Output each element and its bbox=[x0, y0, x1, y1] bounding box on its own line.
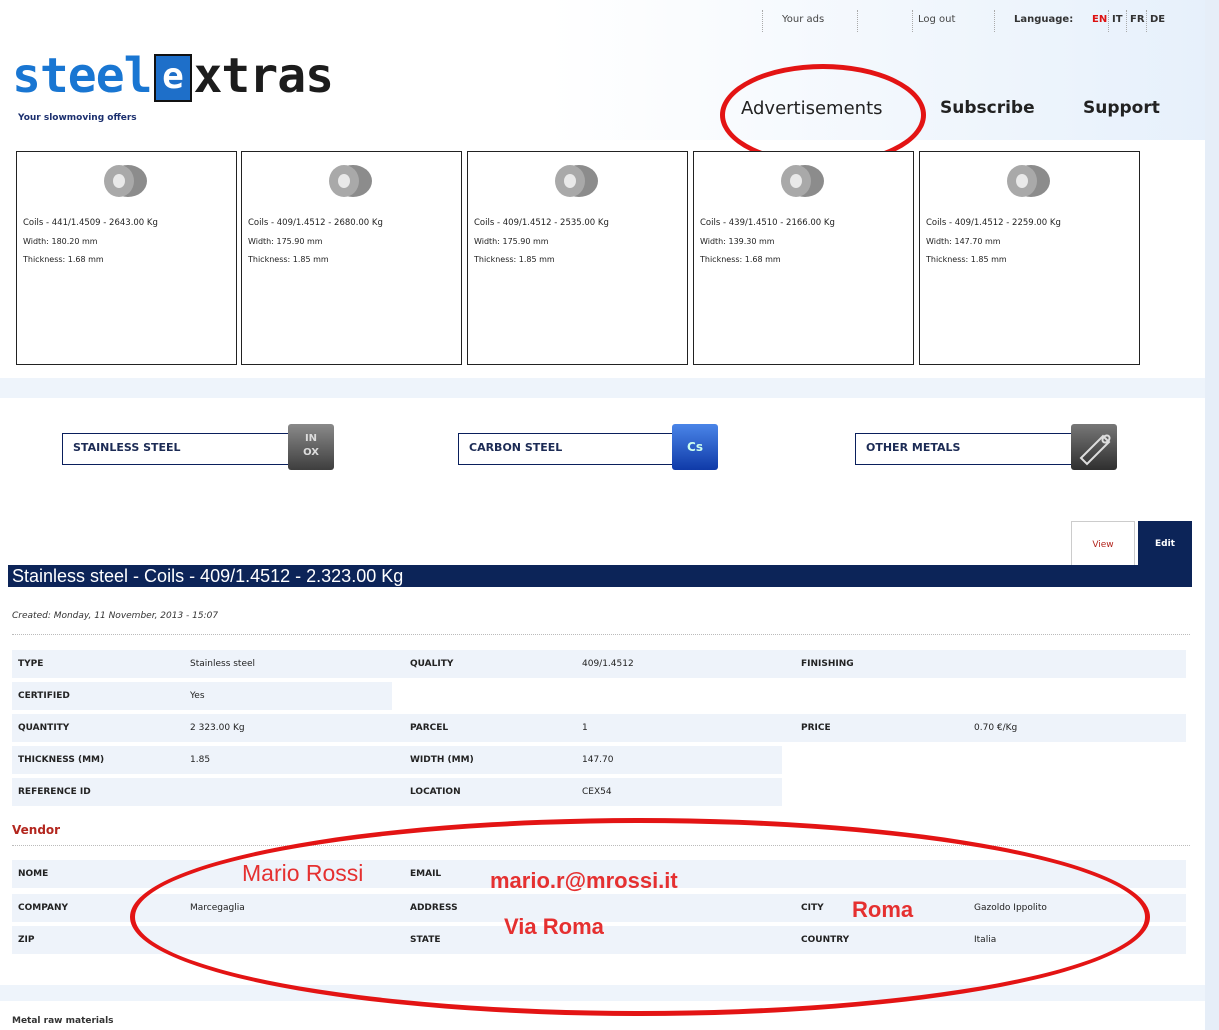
parcel-label: PARCEL bbox=[410, 723, 449, 733]
coil-icon bbox=[329, 165, 372, 197]
language-de[interactable]: DE bbox=[1150, 14, 1165, 25]
annotation-address: Via Roma bbox=[504, 914, 604, 939]
location-value: CEX54 bbox=[582, 787, 612, 797]
quality-value: 409/1.4512 bbox=[582, 659, 634, 669]
annotation-email: mario.r@mrossi.it bbox=[490, 868, 678, 893]
separator bbox=[912, 10, 914, 32]
card-width: Width: 139.30 mm bbox=[700, 237, 775, 246]
quantity-value: 2 323.00 Kg bbox=[190, 723, 245, 733]
card-thickness: Thickness: 1.85 mm bbox=[926, 255, 1007, 264]
separator-band bbox=[0, 378, 1205, 398]
quantity-label: QUANTITY bbox=[18, 723, 70, 733]
tab-view[interactable]: View bbox=[1071, 521, 1135, 569]
coil-icon bbox=[781, 165, 824, 197]
footer-text: Metal raw materials bbox=[12, 1016, 114, 1026]
inox-icon[interactable]: IN OX bbox=[288, 424, 334, 470]
quality-label: QUALITY bbox=[410, 659, 454, 669]
log-out-link[interactable]: Log out bbox=[918, 14, 955, 25]
coil-icon bbox=[1007, 165, 1050, 197]
tab-edit[interactable]: Edit bbox=[1138, 521, 1192, 567]
page-edge bbox=[1205, 0, 1219, 1030]
separator bbox=[762, 10, 764, 32]
category-stainless-steel[interactable]: STAINLESS STEEL bbox=[62, 433, 289, 465]
created-date: Created: Monday, 11 November, 2013 - 15:… bbox=[12, 611, 219, 621]
product-card[interactable]: Coils - 439/1.4510 - 2166.00 Kg Width: 1… bbox=[693, 151, 914, 365]
card-width: Width: 147.70 mm bbox=[926, 237, 1001, 246]
separator bbox=[1108, 10, 1110, 32]
product-card[interactable]: Coils - 441/1.4509 - 2643.00 Kg Width: 1… bbox=[16, 151, 237, 365]
listing-title: Stainless steel - Coils - 409/1.4512 - 2… bbox=[8, 565, 1192, 587]
price-value: 0.70 €/Kg bbox=[974, 723, 1018, 733]
card-title: Coils - 441/1.4509 - 2643.00 Kg bbox=[23, 218, 158, 228]
annotation-ellipse-vendor bbox=[130, 818, 1150, 1016]
company-label: COMPANY bbox=[18, 903, 68, 913]
width-value: 147.70 bbox=[582, 755, 614, 765]
category-carbon-steel[interactable]: CARBON STEEL bbox=[458, 433, 673, 465]
coil-icon bbox=[555, 165, 598, 197]
type-value: Stainless steel bbox=[190, 659, 256, 669]
logo-xtras-text: xtras bbox=[193, 48, 334, 104]
category-label: CARBON STEEL bbox=[469, 441, 563, 454]
location-label: LOCATION bbox=[410, 787, 461, 797]
parcel-value: 1 bbox=[582, 723, 588, 733]
card-title: Coils - 439/1.4510 - 2166.00 Kg bbox=[700, 218, 835, 228]
separator bbox=[1146, 10, 1148, 32]
card-thickness: Thickness: 1.85 mm bbox=[474, 255, 555, 264]
language-it[interactable]: IT bbox=[1112, 14, 1123, 25]
type-label: TYPE bbox=[18, 659, 44, 669]
site-logo[interactable]: steel e xtras bbox=[12, 48, 334, 104]
price-label: PRICE bbox=[801, 723, 831, 733]
logo-e-mark: e bbox=[153, 54, 192, 102]
card-width: Width: 180.20 mm bbox=[23, 237, 98, 246]
category-other-metals[interactable]: OTHER METALS bbox=[855, 433, 1072, 465]
language-fr[interactable]: FR bbox=[1130, 14, 1145, 25]
product-card[interactable]: Coils - 409/1.4512 - 2259.00 Kg Width: 1… bbox=[919, 151, 1140, 365]
separator bbox=[857, 10, 859, 32]
product-card[interactable]: Coils - 409/1.4512 - 2680.00 Kg Width: 1… bbox=[241, 151, 462, 365]
annotation-city: Roma bbox=[852, 897, 914, 922]
table-row: THICKNESS (MM) 1.85 WIDTH (MM) 147.70 bbox=[12, 746, 782, 774]
finishing-label: FINISHING bbox=[801, 659, 854, 669]
thickness-value: 1.85 bbox=[190, 755, 211, 765]
table-row: CERTIFIED Yes bbox=[12, 682, 392, 710]
language-label: Language: bbox=[1014, 14, 1074, 25]
your-ads-link[interactable]: Your ads bbox=[782, 14, 824, 25]
name-label: NOME bbox=[18, 869, 49, 879]
zip-label: ZIP bbox=[18, 935, 35, 945]
carbon-steel-icon[interactable]: Cs bbox=[672, 424, 718, 470]
product-card[interactable]: Coils - 409/1.4512 - 2535.00 Kg Width: 1… bbox=[467, 151, 688, 365]
category-label: STAINLESS STEEL bbox=[73, 441, 181, 454]
category-label: OTHER METALS bbox=[866, 441, 961, 454]
logo-steel-text: steel bbox=[12, 48, 152, 104]
card-title: Coils - 409/1.4512 - 2259.00 Kg bbox=[926, 218, 1061, 228]
thickness-label: THICKNESS (MM) bbox=[18, 755, 105, 765]
table-row: TYPE Stainless steel QUALITY 409/1.4512 … bbox=[12, 650, 1186, 678]
card-thickness: Thickness: 1.68 mm bbox=[23, 255, 104, 264]
pipe-icon bbox=[1079, 434, 1111, 466]
card-thickness: Thickness: 1.85 mm bbox=[248, 255, 329, 264]
logo-tagline: Your slowmoving offers bbox=[18, 113, 137, 123]
reference-label: REFERENCE ID bbox=[18, 787, 91, 797]
vendor-heading: Vendor bbox=[12, 823, 61, 837]
card-title: Coils - 409/1.4512 - 2680.00 Kg bbox=[248, 218, 383, 228]
certified-label: CERTIFIED bbox=[18, 691, 70, 701]
coil-icon bbox=[104, 165, 147, 197]
table-row: QUANTITY 2 323.00 Kg PARCEL 1 PRICE 0.70… bbox=[12, 714, 1186, 742]
card-thickness: Thickness: 1.68 mm bbox=[700, 255, 781, 264]
nav-subscribe[interactable]: Subscribe bbox=[940, 98, 1035, 118]
language-en[interactable]: EN bbox=[1092, 14, 1107, 25]
certified-value: Yes bbox=[190, 691, 205, 701]
card-width: Width: 175.90 mm bbox=[474, 237, 549, 246]
card-title: Coils - 409/1.4512 - 2535.00 Kg bbox=[474, 218, 609, 228]
separator bbox=[1126, 10, 1128, 32]
other-metals-icon[interactable] bbox=[1071, 424, 1117, 470]
nav-support[interactable]: Support bbox=[1083, 98, 1160, 118]
table-row: REFERENCE ID LOCATION CEX54 bbox=[12, 778, 782, 806]
width-label: WIDTH (MM) bbox=[410, 755, 474, 765]
separator bbox=[994, 10, 996, 32]
annotation-name: Mario Rossi bbox=[242, 860, 364, 886]
divider bbox=[12, 634, 1190, 635]
card-width: Width: 175.90 mm bbox=[248, 237, 323, 246]
